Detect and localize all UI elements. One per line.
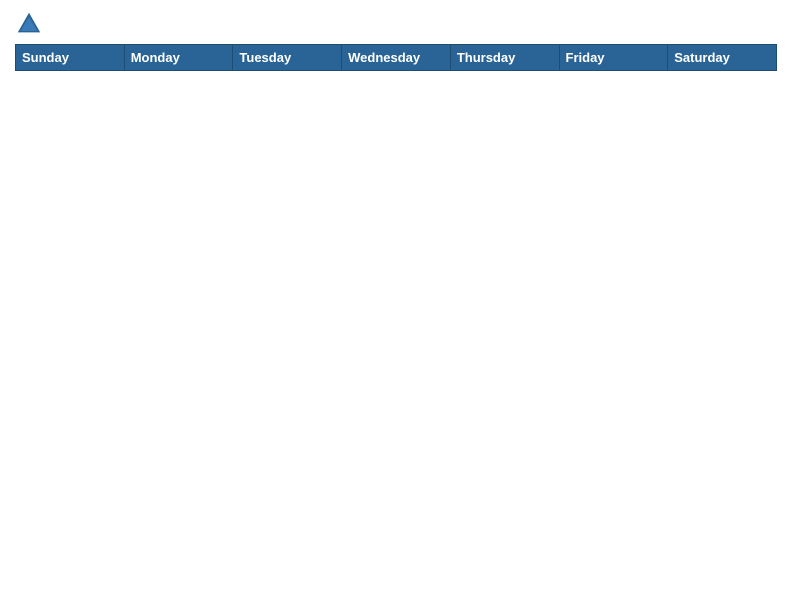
weekday-header: Tuesday [233,45,342,71]
weekday-header: Sunday [16,45,125,71]
weekday-header: Wednesday [342,45,451,71]
weekday-header: Thursday [450,45,559,71]
logo [15,10,47,38]
weekday-header: Saturday [668,45,777,71]
logo-icon [15,10,43,38]
calendar-table: SundayMondayTuesdayWednesdayThursdayFrid… [15,44,777,602]
weekday-header: Friday [559,45,668,71]
weekday-header: Monday [124,45,233,71]
page: SundayMondayTuesdayWednesdayThursdayFrid… [0,0,792,612]
header [15,10,777,38]
weekday-header-row: SundayMondayTuesdayWednesdayThursdayFrid… [16,45,777,71]
